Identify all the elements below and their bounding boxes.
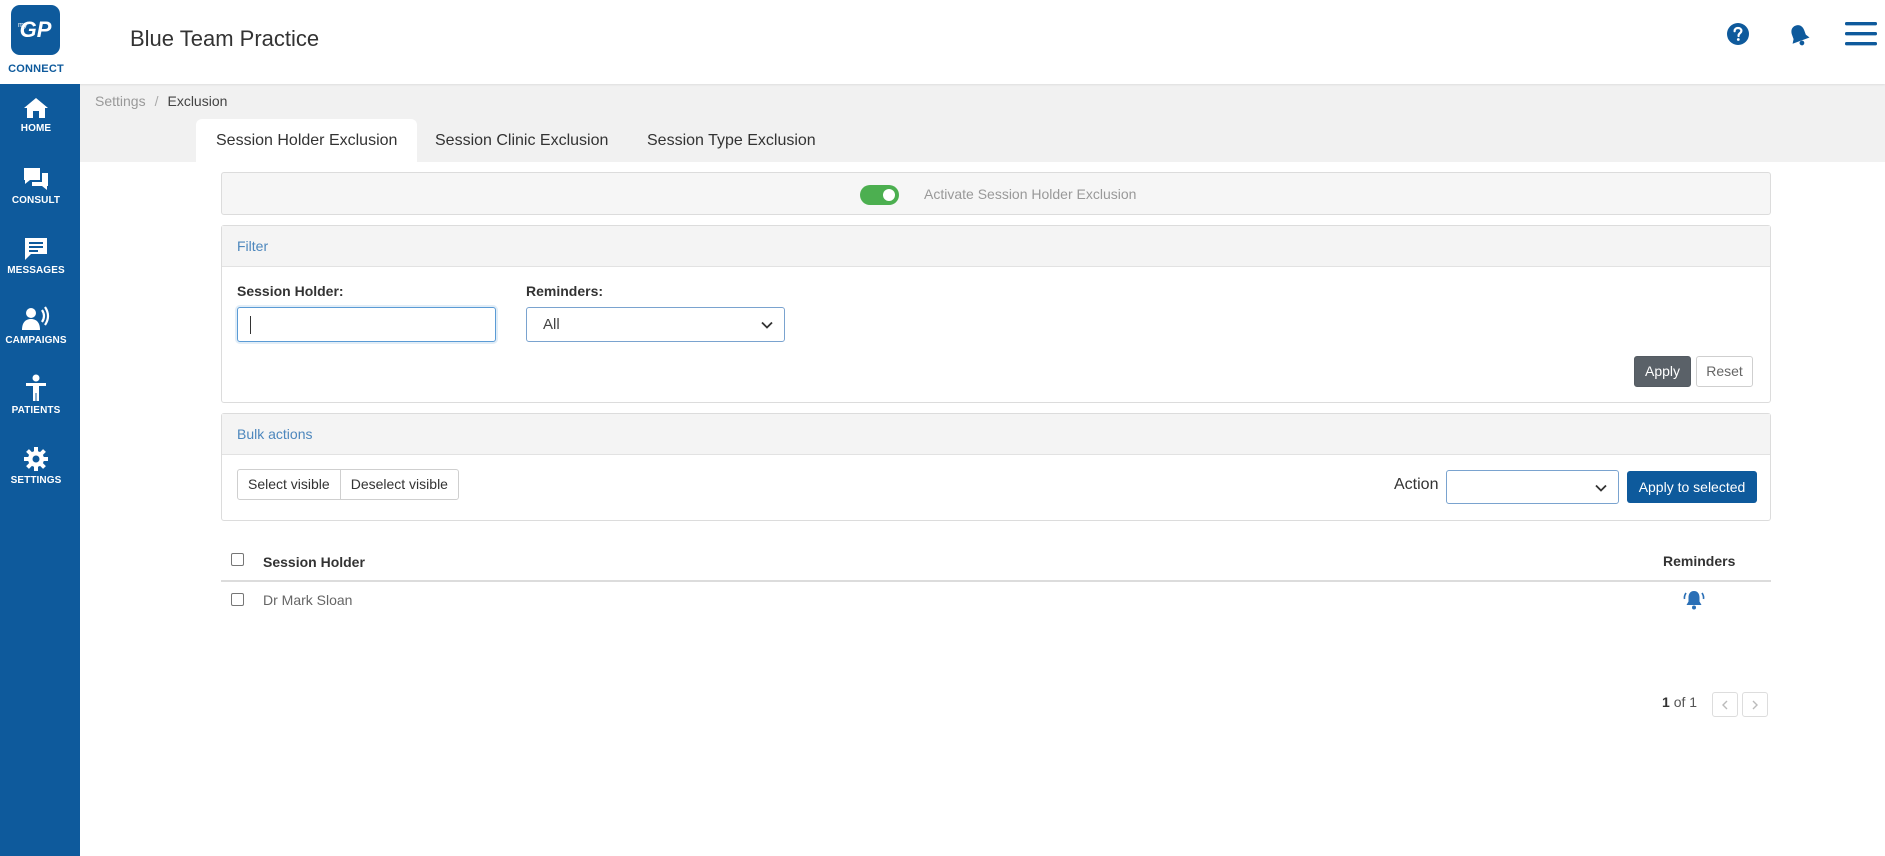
notification-bell-icon[interactable] — [1683, 589, 1705, 616]
breadcrumb-current: Exclusion — [167, 93, 228, 109]
next-page-button[interactable] — [1742, 692, 1768, 717]
logo-caption: CONNECT — [8, 63, 64, 75]
logo-prefix: my — [18, 22, 28, 29]
activation-panel: Activate Session Holder Exclusion — [221, 172, 1771, 215]
current-page: 1 — [1662, 694, 1670, 710]
breadcrumb-settings-link[interactable]: Settings — [95, 93, 146, 109]
filter-header: Filter — [222, 226, 1770, 267]
logo-text: GP — [19, 17, 52, 42]
chevron-down-icon — [1595, 484, 1607, 492]
practice-title: Blue Team Practice — [130, 26, 320, 51]
sidebar-item-campaigns[interactable]: CAMPAIGNS — [0, 306, 72, 346]
filter-panel: Filter Session Holder: Reminders: All Ap… — [221, 225, 1771, 403]
activate-exclusion-label: Activate Session Holder Exclusion — [924, 186, 1137, 202]
sidebar-item-label: MESSAGES — [7, 265, 65, 276]
sidebar-item-label: SETTINGS — [10, 475, 62, 486]
reminders-label: Reminders: — [526, 283, 604, 299]
sidebar-item-label: CAMPAIGNS — [5, 335, 67, 346]
message-icon — [25, 238, 47, 260]
previous-page-button[interactable] — [1712, 692, 1738, 717]
sidebar: my GP CONNECT HOME CONSULT MESSAGES CAMP… — [0, 0, 80, 856]
sidebar-item-patients[interactable]: PATIENTS — [0, 374, 72, 416]
action-label: Action — [1394, 476, 1439, 493]
pagination-status: 1 of 1 — [1662, 694, 1697, 710]
person-icon — [26, 374, 46, 401]
toggle-knob — [883, 189, 895, 201]
app-logo[interactable]: my GP — [11, 5, 60, 55]
top-header: Blue Team Practice — [0, 0, 1885, 84]
breadcrumb: Settings / Exclusion — [95, 93, 227, 109]
apply-filter-button[interactable]: Apply — [1634, 356, 1691, 387]
session-holder-input[interactable] — [237, 307, 496, 342]
tab-session-holder-exclusion[interactable]: Session Holder Exclusion — [196, 119, 418, 162]
select-all-checkbox[interactable] — [231, 553, 244, 566]
chevron-down-icon — [761, 321, 773, 329]
select-visible-button[interactable]: Select visible — [238, 470, 340, 499]
sidebar-item-consult[interactable]: CONSULT — [0, 166, 72, 206]
session-holder-name: Dr Mark Sloan — [263, 592, 353, 608]
column-header-reminders: Reminders — [1663, 553, 1736, 569]
reminders-select[interactable]: All — [526, 307, 785, 342]
action-select[interactable] — [1446, 470, 1619, 504]
bulk-actions-panel: Bulk actions Select visible Deselect vis… — [221, 413, 1771, 521]
tab-session-clinic-exclusion[interactable]: Session Clinic Exclusion — [415, 119, 628, 162]
deselect-visible-button[interactable]: Deselect visible — [339, 470, 458, 499]
bulk-actions-header: Bulk actions — [222, 414, 1770, 455]
help-icon[interactable] — [1726, 22, 1750, 51]
breadcrumb-separator: / — [154, 93, 159, 109]
apply-to-selected-button[interactable]: Apply to selected — [1627, 471, 1757, 503]
logo-area: my GP CONNECT — [0, 0, 80, 84]
sidebar-item-home[interactable]: HOME — [0, 96, 72, 134]
reset-filter-button[interactable]: Reset — [1696, 356, 1753, 387]
sidebar-item-settings[interactable]: SETTINGS — [0, 446, 72, 486]
chevron-left-icon — [1722, 700, 1728, 709]
sidebar-item-messages[interactable]: MESSAGES — [0, 236, 72, 276]
sidebar-item-label: CONSULT — [11, 195, 61, 206]
gear-icon — [24, 447, 48, 471]
activate-exclusion-toggle[interactable] — [860, 185, 899, 205]
megaphone-person-icon — [22, 306, 50, 330]
sidebar-item-label: PATIENTS — [11, 405, 61, 416]
column-header-session-holder[interactable]: Session Holder — [263, 554, 365, 570]
notification-bell-icon[interactable] — [1786, 22, 1812, 53]
chevron-right-icon — [1752, 700, 1758, 709]
table-header: Session Holder Reminders — [221, 546, 1771, 582]
page-total: of 1 — [1673, 694, 1698, 710]
session-holder-label: Session Holder: — [237, 283, 344, 299]
selection-button-group: Select visible Deselect visible — [237, 469, 459, 500]
row-checkbox[interactable] — [231, 593, 244, 606]
chat-bubbles-icon — [24, 168, 48, 190]
table-row: Dr Mark Sloan — [221, 584, 1771, 618]
sidebar-item-label: HOME — [20, 123, 52, 134]
tab-session-type-exclusion[interactable]: Session Type Exclusion — [627, 119, 836, 162]
reminders-selected-value: All — [543, 316, 560, 333]
hamburger-menu-icon[interactable] — [1844, 20, 1878, 53]
home-icon — [24, 98, 48, 118]
text-cursor — [250, 316, 251, 334]
